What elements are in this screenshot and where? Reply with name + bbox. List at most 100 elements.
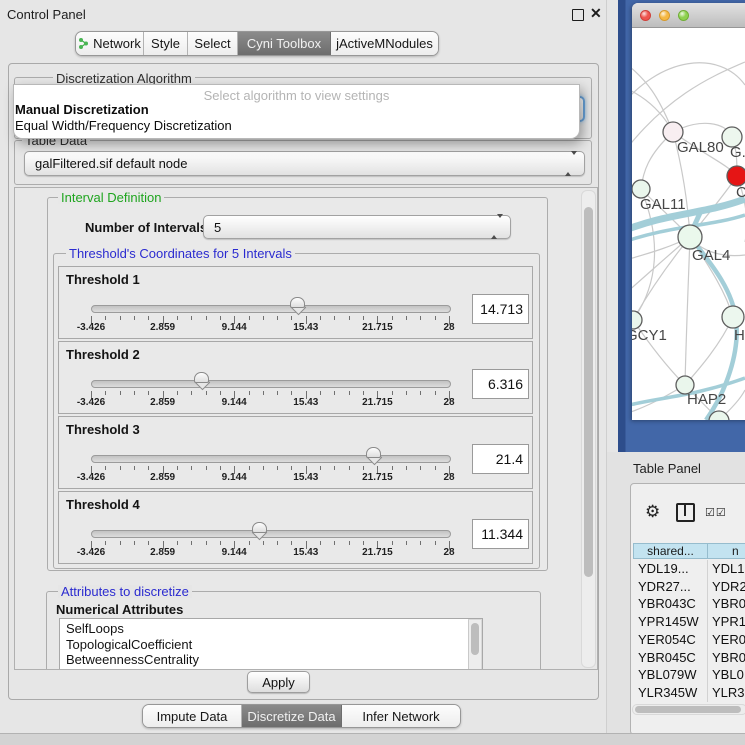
tab-cyni-toolbox[interactable]: Cyni Toolbox <box>238 32 331 55</box>
table-row[interactable]: YBL079WYBL0 <box>633 666 745 684</box>
threshold-slider-thumb[interactable] <box>194 372 209 389</box>
table-row[interactable]: YDL19...YDL1 <box>633 560 745 578</box>
tab-label: Select <box>194 36 230 51</box>
threshold-block-4: Threshold 4-3.4262.8599.14415.4321.71528… <box>58 491 533 564</box>
slider-tick-label: 21.715 <box>362 472 393 483</box>
table-hscrollbar[interactable] <box>632 704 745 715</box>
slider-tick-label: 2.859 <box>150 472 175 483</box>
split-panel-icon[interactable] <box>676 503 695 522</box>
close-icon[interactable]: ✕ <box>590 5 602 22</box>
threshold-slider-track[interactable] <box>91 455 451 463</box>
threshold-value-field[interactable]: 11.344 <box>472 519 529 549</box>
tab-network[interactable]: Network <box>76 32 144 55</box>
table-cell-shared-name: YDL19... <box>638 561 689 576</box>
threshold-block-2: Threshold 2-3.4262.8599.14415.4321.71528… <box>58 341 533 414</box>
tab-discretize-data[interactable]: Discretize Data <box>242 705 342 727</box>
tab-style[interactable]: Style <box>144 32 188 55</box>
table-row[interactable]: YBR043CYBR0 <box>633 595 745 613</box>
slider-tick <box>420 316 421 320</box>
table-cell-name: YBR0 <box>712 596 745 611</box>
cyni-mode-tabs: Impute Data Discretize Data Infer Network <box>142 704 461 728</box>
attributes-list-scrollbar-thumb[interactable] <box>471 623 479 655</box>
threshold-slider-track[interactable] <box>91 380 451 388</box>
network-view[interactable]: GAL80G.CGAL11GAL4GCY1HHAP2 <box>632 27 745 420</box>
threshold-slider-thumb[interactable] <box>290 297 305 314</box>
number-of-intervals-value: 5 <box>214 220 221 235</box>
threshold-label: Threshold 1 <box>66 272 140 287</box>
table-column-header-shared[interactable]: shared... <box>633 543 708 559</box>
minimize-traffic-light[interactable] <box>659 10 670 21</box>
table-data-combo[interactable]: galFiltered.sif default node <box>24 151 585 176</box>
menu-item-manual-discretization[interactable]: Manual Discretization <box>15 102 149 117</box>
zoom-traffic-light[interactable] <box>678 10 689 21</box>
table-settings-gear-icon[interactable]: ⚙ <box>645 503 660 520</box>
slider-tick <box>406 541 407 545</box>
tab-infer-network[interactable]: Infer Network <box>342 705 460 727</box>
network-node-c[interactable] <box>727 166 745 186</box>
slider-tick <box>177 316 178 320</box>
list-item-betweennesscentrality[interactable]: BetweennessCentrality <box>60 652 482 668</box>
slider-tick <box>191 316 192 320</box>
slider-tick-label: 28 <box>443 397 454 408</box>
list-item-topologicalcoefficient[interactable]: TopologicalCoefficient <box>60 637 482 653</box>
table-hscrollbar-thumb[interactable] <box>635 706 741 713</box>
slider-tick <box>263 316 264 320</box>
table-panel-title: Table Panel <box>633 461 701 476</box>
menu-item-equal-width-frequency-discretization[interactable]: Equal Width/Frequency Discretization <box>15 118 232 133</box>
tab-label: Style <box>151 36 180 51</box>
slider-tick <box>291 316 292 320</box>
settings-scrollbar[interactable] <box>581 190 596 668</box>
settings-scrollbar-thumb[interactable] <box>584 207 593 577</box>
slider-tick <box>406 466 407 470</box>
close-traffic-light[interactable] <box>640 10 651 21</box>
table-column-header-name[interactable]: n <box>707 543 745 559</box>
threshold-block-1: Threshold 1-3.4262.8599.14415.4321.71528… <box>58 266 533 339</box>
network-node-h[interactable] <box>722 306 744 328</box>
slider-tick-label: 2.859 <box>150 547 175 558</box>
slider-tick <box>120 541 121 545</box>
slider-tick <box>392 466 393 470</box>
network-node-label: GCY1 <box>632 327 667 344</box>
float-window-icon[interactable] <box>572 9 584 21</box>
thumb-top <box>366 447 381 458</box>
attributes-list-scrollbar[interactable] <box>468 619 482 670</box>
tab-impute-data[interactable]: Impute Data <box>143 705 242 727</box>
table-row[interactable]: YPR145WYPR1 <box>633 613 745 631</box>
table-row[interactable]: YBR045CYBR0 <box>633 649 745 667</box>
threshold-slider-thumb[interactable] <box>252 522 267 539</box>
network-edge <box>632 237 690 300</box>
slider-tick <box>320 466 321 470</box>
slider-tick <box>291 541 292 545</box>
apply-button[interactable]: Apply <box>247 671 310 693</box>
thresholds-group-title: Threshold's Coordinates for 5 Intervals <box>66 247 295 260</box>
network-node-gal4[interactable] <box>678 225 702 249</box>
tab-select[interactable]: Select <box>188 32 238 55</box>
tab-label: Discretize Data <box>247 709 335 724</box>
network-node-label: G. <box>730 144 745 161</box>
slider-tick <box>349 466 350 470</box>
threshold-slider-track[interactable] <box>91 305 451 313</box>
threshold-label: Threshold 4 <box>66 497 140 512</box>
table-cell-name: YPR1 <box>712 614 745 629</box>
threshold-value-field[interactable]: 14.713 <box>472 294 529 324</box>
table-row[interactable]: YLR345WYLR3 <box>633 684 745 702</box>
slider-tick-label: 28 <box>443 472 454 483</box>
slider-tick <box>120 466 121 470</box>
threshold-value-field[interactable]: 21.4 <box>472 444 529 474</box>
list-item-selfloops[interactable]: SelfLoops <box>60 621 482 637</box>
select-columns-icon[interactable]: ☑☑ <box>705 506 727 519</box>
threshold-slider-thumb[interactable] <box>366 447 381 464</box>
slider-tick-label: 28 <box>443 547 454 558</box>
slider-tick <box>148 541 149 545</box>
numerical-attributes-list[interactable]: SelfLoopsTopologicalCoefficientBetweenne… <box>59 618 483 670</box>
slider-tick <box>277 316 278 320</box>
table-cell-name: YDR2 <box>712 579 745 594</box>
table-row[interactable]: YER054CYER0 <box>633 631 745 649</box>
threshold-value-field[interactable]: 6.316 <box>472 369 529 399</box>
tab-jactivemnodules[interactable]: jActiveMNodules <box>331 32 438 55</box>
table-row[interactable]: YDR27...YDR2 <box>633 578 745 596</box>
threshold-slider-track[interactable] <box>91 530 451 538</box>
tab-label: Impute Data <box>157 709 228 724</box>
number-of-intervals-combo[interactable]: 5 <box>203 215 511 239</box>
combo-arrows-icon <box>565 155 577 173</box>
